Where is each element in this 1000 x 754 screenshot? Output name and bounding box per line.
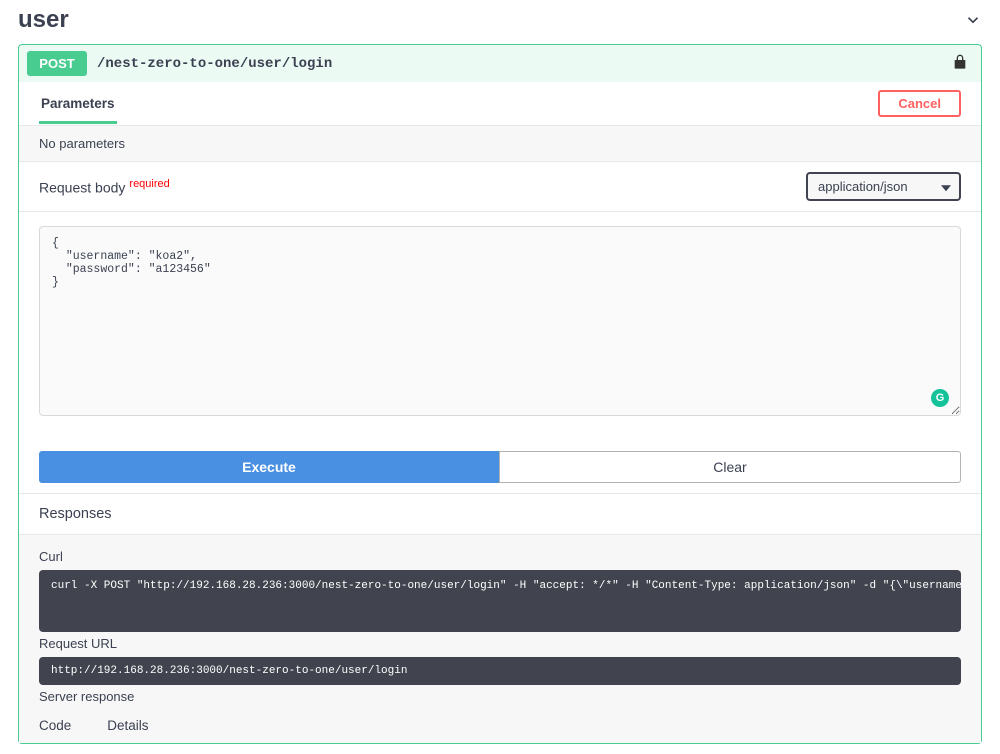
request-body-label-text: Request body [39,179,125,195]
request-body-area: G [19,212,981,433]
server-response-label: Server response [39,689,961,704]
http-method-badge: POST [27,51,87,76]
grammarly-icon[interactable]: G [931,389,949,407]
action-row: Execute Clear [19,433,981,493]
content-type-select[interactable]: application/json [806,172,961,201]
tab-parameters[interactable]: Parameters [39,92,117,124]
execute-button[interactable]: Execute [39,451,499,483]
cancel-button[interactable]: Cancel [878,90,961,117]
code-column-header: Code [39,718,71,733]
responses-header: Responses [19,493,981,535]
responses-section: Curl curl -X POST "http://192.168.28.236… [19,535,981,743]
operation-body: Parameters Cancel No parameters Request … [19,82,981,743]
tag-header[interactable]: user [4,0,996,44]
operation-path: /nest-zero-to-one/user/login [87,56,953,72]
curl-output[interactable]: curl -X POST "http://192.168.28.236:3000… [39,570,961,632]
request-url-label: Request URL [39,636,961,651]
operation-summary[interactable]: POST /nest-zero-to-one/user/login [19,45,981,82]
curl-label: Curl [39,549,961,564]
clear-button[interactable]: Clear [499,451,961,483]
tag-name: user [18,6,69,34]
request-body-input[interactable] [39,226,961,416]
no-parameters-text: No parameters [19,126,981,161]
textarea-wrap: G [39,226,961,419]
required-badge: required [125,178,169,190]
operation-block: POST /nest-zero-to-one/user/login Parame… [18,44,982,744]
chevron-down-icon[interactable] [964,11,982,29]
response-table-header: Code Details [39,710,961,733]
request-url-output[interactable]: http://192.168.28.236:3000/nest-zero-to-… [39,657,961,685]
parameters-header: Parameters Cancel [19,82,981,126]
request-body-header: Request bodyrequired application/json [19,161,981,212]
lock-icon[interactable] [953,54,973,73]
details-column-header: Details [107,718,148,733]
request-body-label: Request bodyrequired [39,178,170,196]
content-type-select-wrap: application/json [806,172,961,201]
